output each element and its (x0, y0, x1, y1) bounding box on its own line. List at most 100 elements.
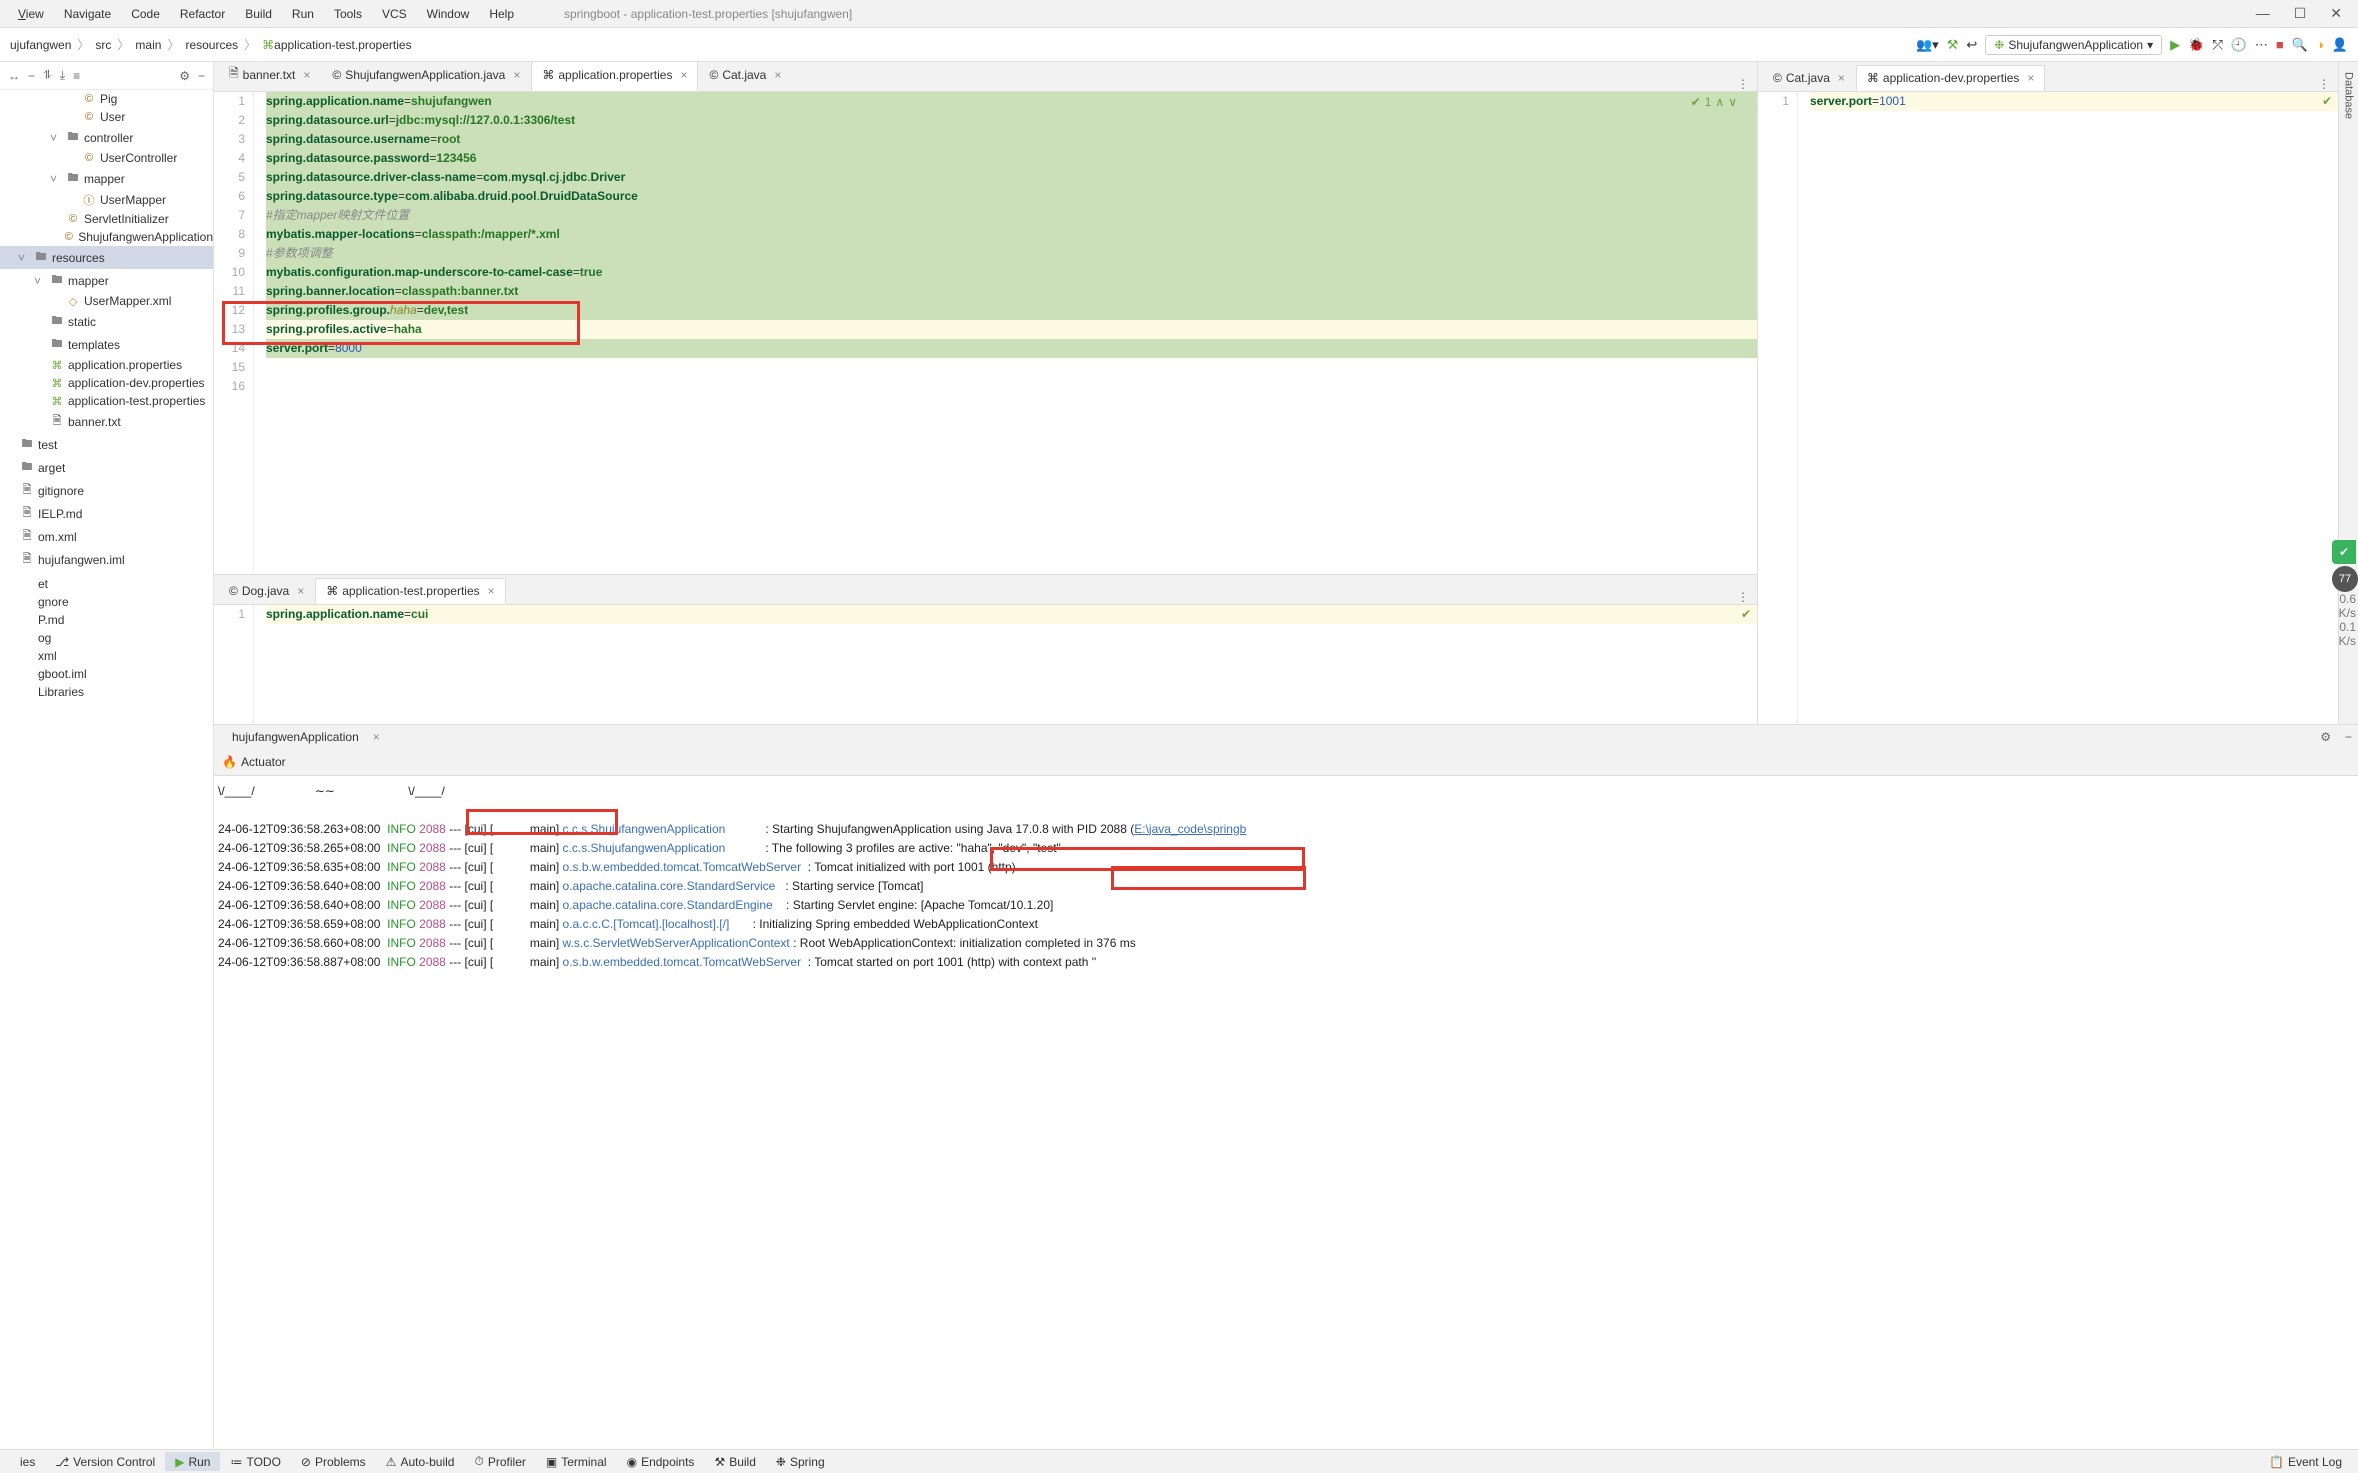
tree-node[interactable]: 🖿templates (0, 333, 213, 356)
tool-window-button[interactable]: ies (6, 1452, 45, 1471)
tree-node[interactable]: xml (0, 647, 213, 665)
tree-expand-icon[interactable]: − (28, 69, 35, 83)
project-tree[interactable]: ↔ − ⥮ ⤓ ≡ ⚙ − ©Pig©User˅🖿controller©User… (0, 62, 214, 1449)
menu-run[interactable]: Run (282, 3, 324, 25)
run-config-selector[interactable]: ❉ ShujufangwenApplication ▾ (1985, 35, 2162, 55)
search-icon[interactable]: 🔍 (2292, 37, 2308, 53)
tool-window-button[interactable]: ▶Run (165, 1452, 220, 1471)
tree-node[interactable]: ⌘application.properties (0, 356, 213, 374)
avatar-icon[interactable]: 👤 (2332, 37, 2348, 53)
tree-node[interactable]: 🗎IELP.md (0, 502, 213, 525)
shield-icon[interactable]: ✔ (2332, 540, 2356, 564)
code-line[interactable]: server.port=1001 (1810, 92, 2338, 111)
code-line[interactable]: spring.datasource.username=root (266, 130, 1757, 149)
next-highlight-icon[interactable]: ∨ (1728, 95, 1737, 109)
tab-more-icon[interactable]: ⋮ (1729, 77, 1757, 91)
tab-more-icon[interactable]: ⋮ (1729, 590, 1757, 604)
crumb-src[interactable]: src (95, 38, 111, 52)
tree-hide-icon[interactable]: − (198, 69, 205, 83)
hide-icon[interactable]: − (2339, 730, 2358, 744)
editor-tab[interactable]: ©ShujufangwenApplication.java× (321, 62, 531, 91)
menu-view[interactable]: View (8, 3, 54, 25)
tree-node[interactable]: et (0, 575, 213, 593)
inspection-check-icon[interactable]: ✔ (1691, 95, 1701, 109)
code-line[interactable]: spring.datasource.type=com.alibaba.druid… (266, 187, 1757, 206)
close-icon[interactable]: × (303, 68, 310, 82)
crumb-resources[interactable]: resources (185, 38, 238, 52)
window-restore-icon[interactable]: ☐ (2294, 5, 2307, 22)
back-arrow-icon[interactable]: ↩ (1966, 37, 1977, 53)
tree-node[interactable]: P.md (0, 611, 213, 629)
code-line[interactable]: #参数项调整 (266, 244, 1757, 263)
tree-node[interactable]: ◇UserMapper.xml (0, 292, 213, 310)
tool-window-button[interactable]: ⎇Version Control (45, 1452, 165, 1471)
tree-node[interactable]: Libraries (0, 683, 213, 701)
tree-scroll-icon[interactable]: ⤓ (60, 68, 65, 83)
window-close-icon[interactable]: ✕ (2330, 5, 2342, 22)
code-line[interactable]: spring.application.name=cui (266, 605, 1757, 624)
gear-icon[interactable]: ⚙ (2320, 730, 2339, 744)
perf-score[interactable]: 77 (2332, 566, 2358, 592)
code-line[interactable] (266, 377, 1757, 396)
code-line[interactable]: spring.datasource.password=123456 (266, 149, 1757, 168)
tab-more-icon[interactable]: ⋮ (2310, 77, 2338, 91)
close-icon[interactable]: × (513, 68, 520, 82)
code-line[interactable]: spring.profiles.active=haha (266, 320, 1757, 339)
close-icon[interactable]: × (297, 584, 304, 598)
menu-tools[interactable]: Tools (324, 3, 372, 25)
tree-nav-icon[interactable]: ↔ (8, 69, 20, 83)
tool-window-button[interactable]: ⚠Auto-build (376, 1452, 465, 1471)
close-icon[interactable]: × (488, 584, 495, 598)
tool-window-button[interactable]: ▣Terminal (536, 1452, 617, 1471)
tool-window-button[interactable]: ⏱Profiler (464, 1452, 535, 1471)
tree-node[interactable]: ˅🖿mapper (0, 269, 213, 292)
user-icon[interactable]: 👥▾ (1916, 37, 1939, 53)
profile-icon[interactable]: 🕘 (2231, 37, 2247, 53)
tree-node[interactable]: ⒾUserMapper (0, 190, 213, 210)
tree-node[interactable]: 🗎hujufangwen.iml (0, 548, 213, 571)
tree-node[interactable]: ©UserController (0, 149, 213, 167)
editor-tab[interactable]: ©Cat.java× (698, 62, 792, 91)
tool-window-button[interactable]: ≔TODO (220, 1452, 290, 1471)
coverage-icon[interactable]: ⤱ (2212, 37, 2222, 53)
tree-sort-icon[interactable]: ⥮ (43, 68, 52, 83)
tool-window-button[interactable]: ⚒Build (704, 1452, 765, 1471)
close-icon[interactable]: × (1838, 71, 1845, 85)
code-line[interactable]: spring.banner.location=classpath:banner.… (266, 282, 1757, 301)
crumb-main[interactable]: main (135, 38, 161, 52)
tree-node[interactable]: 🖿test (0, 433, 213, 456)
menu-vcs[interactable]: VCS (372, 3, 417, 25)
code-line[interactable] (266, 358, 1757, 377)
tree-node[interactable]: 🗎gitignore (0, 479, 213, 502)
tree-node[interactable]: 🖿static (0, 310, 213, 333)
tree-collapse-icon[interactable]: ≡ (73, 69, 80, 83)
code-line[interactable]: server.port=8000 (266, 339, 1757, 358)
menu-navigate[interactable]: Navigate (54, 3, 121, 25)
close-icon[interactable]: × (680, 68, 687, 82)
run-console[interactable]: \/____/ ∼∼ \/____/ 24-06-12T09:36:58.263… (214, 776, 2358, 1450)
crumb-project[interactable]: ujufangwen (10, 38, 71, 52)
tool-window-button[interactable]: ◉Endpoints (617, 1452, 705, 1471)
menu-window[interactable]: Window (417, 3, 480, 25)
tree-node[interactable]: ©ShujufangwenApplication (0, 228, 213, 246)
code-line[interactable]: spring.datasource.driver-class-name=com.… (266, 168, 1757, 187)
tool-window-button[interactable]: ❉Spring (766, 1452, 835, 1471)
tree-node[interactable]: ˅🖿resources (0, 246, 213, 269)
menu-code[interactable]: Code (121, 3, 170, 25)
tool-window-button[interactable]: ⊘Problems (291, 1452, 376, 1471)
tree-node[interactable]: ©User (0, 108, 213, 126)
menu-help[interactable]: Help (479, 3, 524, 25)
tree-node[interactable]: ©ServletInitializer (0, 210, 213, 228)
tree-node[interactable]: 🗎om.xml (0, 525, 213, 548)
tree-gear-icon[interactable]: ⚙ (179, 69, 190, 83)
close-icon[interactable]: × (774, 68, 781, 82)
code-line[interactable]: spring.application.name=shujufangwen (266, 92, 1757, 111)
code-line[interactable]: spring.profiles.group.haha=dev,test (266, 301, 1757, 320)
code-line[interactable]: mybatis.mapper-locations=classpath:/mapp… (266, 225, 1757, 244)
more-actions-icon[interactable]: ⋯ (2255, 37, 2268, 53)
run-tab-app[interactable]: hujufangwenApplication (222, 727, 369, 747)
debug-icon[interactable]: 🐞 (2188, 37, 2204, 53)
editor-tab[interactable]: ©Cat.java× (1762, 65, 1856, 91)
editor-tab[interactable]: ⌘application-test.properties× (315, 578, 505, 604)
menu-build[interactable]: Build (235, 3, 282, 25)
